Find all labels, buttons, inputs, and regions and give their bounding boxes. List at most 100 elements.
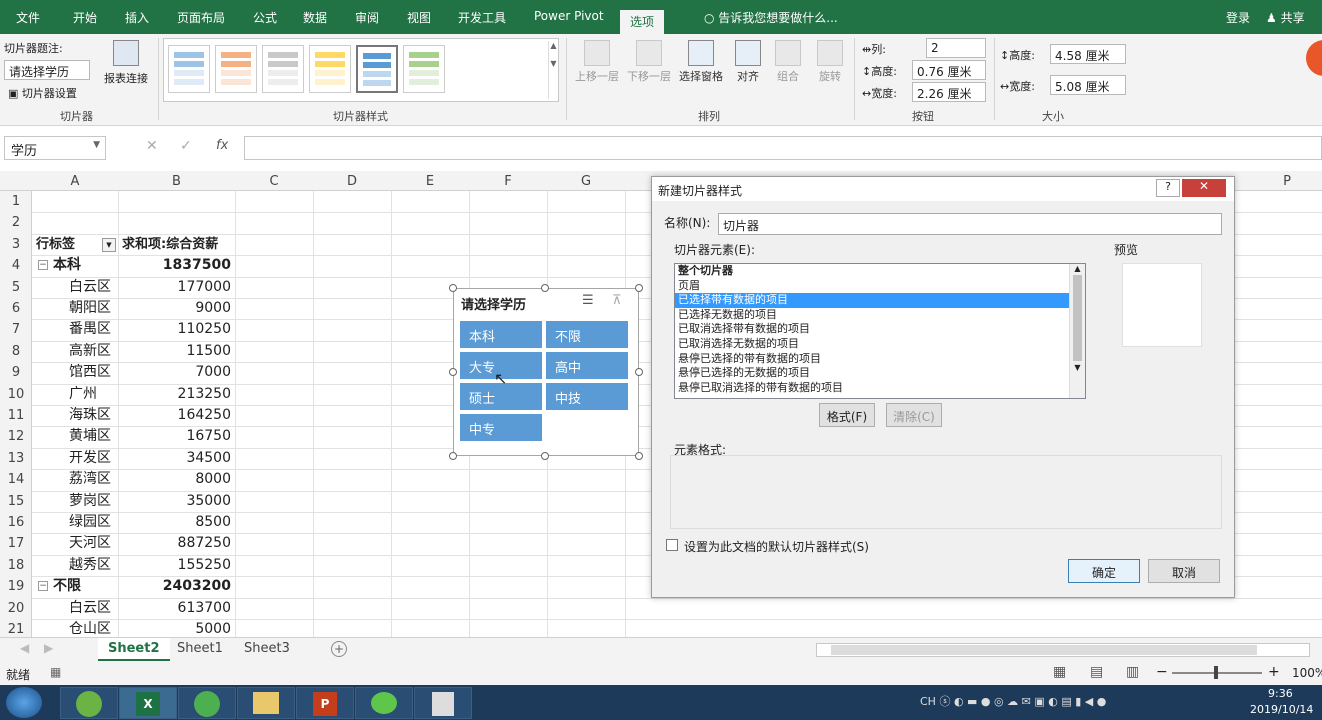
row-header[interactable]: 8	[0, 344, 32, 359]
row-header[interactable]: 2	[0, 215, 32, 230]
row-header[interactable]: 4	[0, 258, 32, 273]
pivot-row-label[interactable]: 白云区	[69, 598, 111, 619]
sheet-tab-sheet3[interactable]: Sheet3	[234, 638, 300, 661]
row-header[interactable]: 14	[0, 472, 32, 487]
zoom-in-icon[interactable]: +	[1268, 664, 1280, 680]
pivot-value[interactable]: 8500	[120, 512, 231, 533]
scroll-thumb[interactable]	[1073, 275, 1082, 361]
column-header[interactable]: A	[32, 174, 118, 189]
size-height-spinner[interactable]: 4.58 厘米	[1050, 44, 1126, 64]
element-listbox[interactable]: 整个切片器 页眉 已选择带有数据的项目 已选择无数据的项目 已取消选择带有数据的…	[674, 263, 1086, 399]
row-header[interactable]: 18	[0, 558, 32, 573]
taskbar-app-excel[interactable]: X	[119, 687, 177, 719]
send-backward-button[interactable]: 下移一层	[624, 40, 674, 84]
pivot-group-label[interactable]: 本科	[53, 255, 81, 276]
column-header[interactable]: P	[1248, 174, 1322, 189]
taskbar-app-xbox[interactable]	[60, 687, 118, 719]
row-header[interactable]: 20	[0, 601, 32, 616]
pivot-group-value[interactable]: 1837500	[120, 255, 231, 276]
resize-handle[interactable]	[541, 452, 549, 460]
tab-insert[interactable]: 插入	[125, 9, 149, 26]
list-item[interactable]: 已取消选择无数据的项目	[675, 337, 1085, 352]
pivot-value[interactable]: 7000	[120, 362, 231, 383]
resize-handle[interactable]	[449, 452, 457, 460]
align-button[interactable]: 对齐	[730, 40, 766, 84]
chevron-down-icon[interactable]: ▼	[93, 140, 100, 150]
tab-power-pivot[interactable]: Power Pivot	[534, 9, 604, 23]
tab-home[interactable]: 开始	[73, 9, 97, 26]
scroll-up-icon[interactable]: ▲	[1070, 264, 1085, 273]
close-button[interactable]: ✕	[1182, 179, 1226, 197]
group-button[interactable]: 组合	[770, 40, 806, 84]
pivot-value[interactable]: 613700	[120, 598, 231, 619]
row-header[interactable]: 15	[0, 494, 32, 509]
multi-select-icon[interactable]: ☰	[582, 293, 594, 308]
tab-page-layout[interactable]: 页面布局	[177, 9, 225, 26]
row-header[interactable]: 11	[0, 408, 32, 423]
zoom-out-icon[interactable]: −	[1156, 664, 1168, 680]
button-width-spinner[interactable]: 2.26 厘米	[912, 82, 986, 102]
clock-time[interactable]: 9:36	[1268, 687, 1293, 700]
tab-view[interactable]: 视图	[407, 9, 431, 26]
selection-pane-button[interactable]: 选择窗格	[676, 40, 726, 84]
pivot-row-label[interactable]: 越秀区	[69, 555, 111, 576]
pivot-group-label[interactable]: 不限	[53, 576, 81, 597]
cancel-icon[interactable]: ✕	[146, 138, 158, 154]
pivot-value[interactable]: 11500	[120, 341, 231, 362]
slicer-settings-button[interactable]: ▣ 切片器设置	[8, 85, 77, 101]
tab-options[interactable]: 选项	[620, 10, 665, 34]
list-item[interactable]: 悬停已取消选择的带有数据的项目	[675, 381, 1085, 396]
row-header[interactable]: 7	[0, 322, 32, 337]
clock-date[interactable]: 2019/10/14	[1250, 703, 1313, 716]
pivot-row-label[interactable]: 馆西区	[69, 362, 111, 383]
resize-handle[interactable]	[541, 284, 549, 292]
resize-handle[interactable]	[635, 284, 643, 292]
list-item[interactable]: 悬停已选择的无数据的项目	[675, 366, 1085, 381]
column-header[interactable]: C	[235, 174, 313, 189]
scroll-down-icon[interactable]: ▼	[1070, 363, 1085, 372]
pivot-value[interactable]: 35000	[120, 491, 231, 512]
share-button[interactable]: ♟ 共享	[1266, 9, 1305, 26]
row-header[interactable]: 12	[0, 429, 32, 444]
pivot-value[interactable]: 164250	[120, 405, 231, 426]
pivot-value[interactable]: 9000	[120, 298, 231, 319]
page-layout-view-icon[interactable]: ▤	[1090, 664, 1103, 680]
style-gray[interactable]	[262, 45, 304, 93]
row-header[interactable]: 13	[0, 451, 32, 466]
rotate-button[interactable]: 旋转	[812, 40, 848, 84]
resize-handle[interactable]	[449, 368, 457, 376]
system-tray-icons[interactable]: CH ⓢ ◐ ▬ ● ◎ ☁ ✉ ▣ ◐ ▤ ▮ ◀ ●	[920, 693, 1170, 711]
enter-icon[interactable]: ✓	[180, 138, 192, 154]
pivot-value[interactable]: 34500	[120, 448, 231, 469]
gallery-scroll[interactable]: ▲ ▼	[548, 41, 558, 99]
tab-review[interactable]: 审阅	[355, 9, 379, 26]
pivot-value[interactable]: 8000	[120, 469, 231, 490]
pivot-row-label[interactable]: 海珠区	[69, 405, 111, 426]
tab-formulas[interactable]: 公式	[253, 9, 277, 26]
slicer-item[interactable]: 高中	[546, 352, 628, 379]
zoom-slider-thumb[interactable]	[1214, 666, 1218, 679]
page-break-view-icon[interactable]: ▥	[1126, 664, 1139, 680]
slicer-item[interactable]: 不限	[546, 321, 628, 348]
name-box[interactable]: 学历 ▼	[4, 136, 106, 160]
list-item[interactable]: 已选择无数据的项目	[675, 308, 1085, 323]
pivot-row-label[interactable]: 天河区	[69, 533, 111, 554]
pivot-value[interactable]: 177000	[120, 277, 231, 298]
clear-filter-icon[interactable]: ⊼	[612, 293, 622, 308]
pivot-row-label[interactable]: 萝岗区	[69, 491, 111, 512]
clear-button[interactable]: 清除(C)	[886, 403, 942, 427]
pivot-row-label[interactable]: 番禺区	[69, 319, 111, 340]
taskbar-app-wechat[interactable]	[355, 687, 413, 719]
format-button[interactable]: 格式(F)	[819, 403, 875, 427]
bring-forward-button[interactable]: 上移一层	[572, 40, 622, 84]
taskbar-app-powerpoint[interactable]: P	[296, 687, 354, 719]
pivot-value[interactable]: 110250	[120, 319, 231, 340]
collapse-toggle-icon[interactable]: −	[38, 581, 48, 592]
default-style-checkbox[interactable]	[666, 539, 678, 551]
sheet-tab-sheet2[interactable]: Sheet2	[98, 638, 170, 661]
dialog-title-bar[interactable]: 新建切片器样式	[652, 177, 1234, 201]
column-header[interactable]: D	[313, 174, 391, 189]
resize-handle[interactable]	[635, 368, 643, 376]
fx-icon[interactable]: fx	[216, 138, 228, 153]
macro-record-icon[interactable]: ▦	[50, 665, 61, 679]
